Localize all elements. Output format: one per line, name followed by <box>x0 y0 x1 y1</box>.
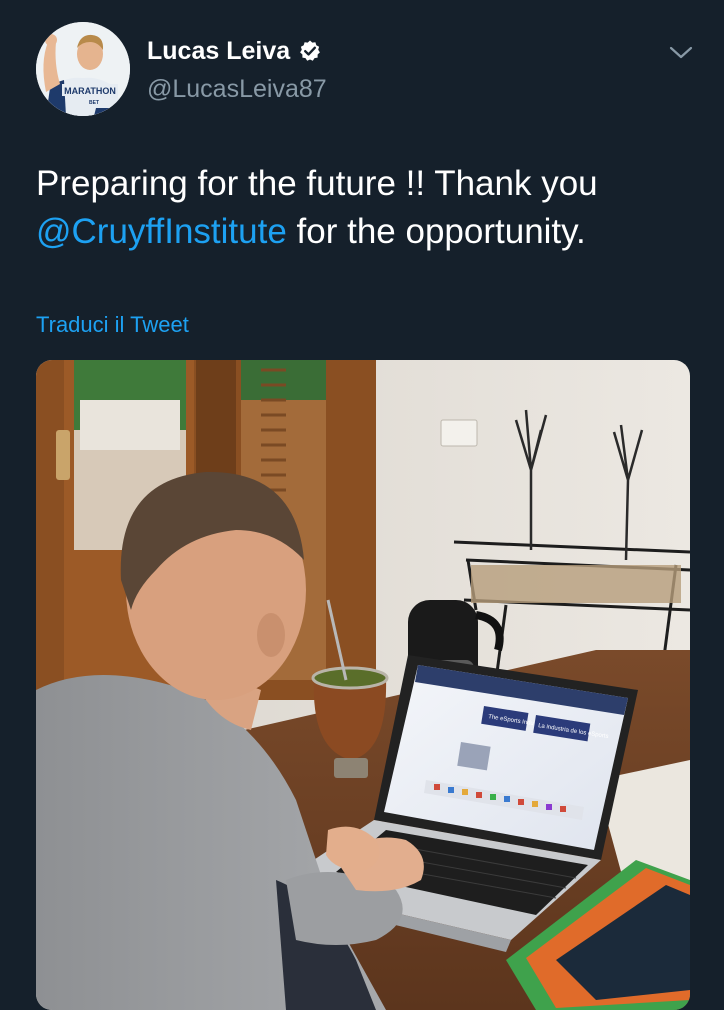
tweet: MARATHON BET Lucas Leiva @LucasLeiva87 P… <box>0 0 724 1010</box>
display-name: Lucas Leiva <box>147 37 291 65</box>
tweet-text-before: Preparing for the future !! Thank you <box>36 164 598 203</box>
translate-tweet-link[interactable]: Traduci il Tweet <box>36 311 189 339</box>
jersey-sponsor-subtext: BET <box>89 100 99 106</box>
profile-photo: MARATHON BET <box>36 22 130 116</box>
tweet-text-after: for the opportunity. <box>286 212 586 251</box>
photo-illustration: The eSports Industry La industria de los… <box>36 360 690 1010</box>
avatar[interactable]: MARATHON BET <box>36 22 130 116</box>
tweet-text: Preparing for the future !! Thank you @Cr… <box>36 160 696 256</box>
chevron-down-icon[interactable] <box>666 38 696 68</box>
verified-badge-icon <box>298 39 322 63</box>
author-handle[interactable]: @LucasLeiva87 <box>147 74 327 104</box>
tweet-photo[interactable]: The eSports Industry La industria de los… <box>36 360 690 1010</box>
author-name-row[interactable]: Lucas Leiva <box>147 36 322 66</box>
mention-link[interactable]: @CruyffInstitute <box>36 212 287 251</box>
jersey-sponsor-text: MARATHON <box>64 86 116 96</box>
